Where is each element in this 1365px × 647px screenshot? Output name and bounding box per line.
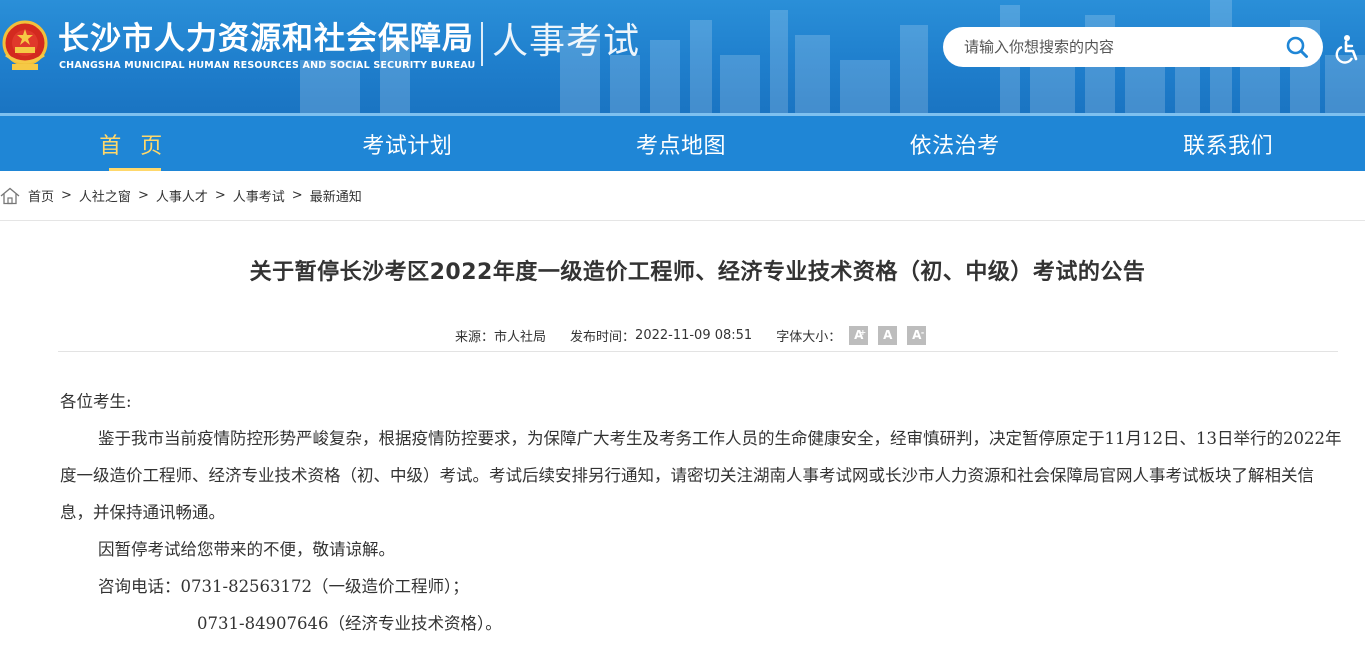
font-decrease-button[interactable]: A- bbox=[907, 325, 927, 345]
breadcrumb-separator: > bbox=[214, 188, 226, 203]
search-box bbox=[943, 27, 1323, 67]
font-increase-button[interactable]: A + bbox=[849, 325, 869, 345]
nav-item-law[interactable]: 依法治考 bbox=[818, 116, 1092, 171]
search-icon[interactable] bbox=[1285, 35, 1309, 59]
title-divider bbox=[481, 22, 483, 66]
publish-date: 2022-11-09 08:51 bbox=[635, 327, 753, 343]
consult-phone: 咨询电话：0731-82563172（一级造价工程师）； bbox=[98, 577, 469, 596]
breadcrumb-separator: > bbox=[137, 188, 149, 203]
article-title: 关于暂停长沙考区2022年度一级造价工程师、经济专业技术资格（初、中级）考试的公… bbox=[249, 260, 1146, 285]
font-size-label: 字体大小： bbox=[776, 329, 842, 345]
search-input[interactable] bbox=[964, 27, 1264, 67]
section-name: 人事考试 bbox=[492, 21, 641, 62]
accessibility-icon[interactable] bbox=[1333, 34, 1359, 64]
date-label: 发布时间： bbox=[570, 329, 636, 345]
consult-phone-2: 0731-84907646（经济专业技术资格）。 bbox=[197, 614, 502, 633]
nav-item-home[interactable]: 首 页 bbox=[0, 116, 271, 171]
breadcrumb-home[interactable]: 首页 bbox=[28, 186, 54, 205]
font-reset-button[interactable]: A bbox=[878, 325, 898, 345]
nav-item-contact[interactable]: 联系我们 bbox=[1091, 116, 1365, 171]
paragraph: 鉴于我市当前疫情防控形势严峻复杂，根据疫情防控要求，为保障广大考生及考务工作人员… bbox=[60, 429, 1342, 522]
article-meta: 来源： 市人社局 发布时间： 2022-11-09 08:51 字体大小： A +… bbox=[455, 324, 936, 346]
nav-item-exam-map[interactable]: 考点地图 bbox=[544, 116, 818, 171]
breadcrumb-personnel[interactable]: 人事人才 bbox=[156, 186, 208, 205]
greeting: 各位考生: bbox=[60, 392, 132, 411]
breadcrumb-hr-window[interactable]: 人社之窗 bbox=[79, 186, 131, 205]
main-nav: 首 页 考试计划 考点地图 依法治考 联系我们 bbox=[0, 113, 1365, 171]
breadcrumb-personnel-exam[interactable]: 人事考试 bbox=[233, 186, 285, 205]
source-label: 来源： bbox=[455, 329, 495, 345]
source-value: 市人社局 bbox=[494, 329, 547, 345]
site-header: 长沙市人力资源和社会保障局 CHANGSHA MUNICIPAL HUMAN R… bbox=[0, 0, 1365, 113]
national-emblem-logo bbox=[2, 20, 48, 70]
article-content: 各位考生: 鉴于我市当前疫情防控形势严峻复杂，根据疫情防控要求，为保障广大考生及… bbox=[60, 383, 1345, 642]
meta-divider bbox=[58, 351, 1338, 352]
site-subtitle: CHANGSHA MUNICIPAL HUMAN RESOURCES AND S… bbox=[59, 60, 476, 71]
breadcrumb-latest-notice[interactable]: 最新通知 bbox=[310, 186, 362, 205]
breadcrumb-separator: > bbox=[61, 188, 72, 203]
breadcrumb: 首页 > 人社之窗 > 人事人才 > 人事考试 > 最新通知 bbox=[0, 171, 1365, 221]
site-title: 长沙市人力资源和社会保障局 bbox=[58, 21, 474, 57]
paragraph: 因暂停考试给您带来的不便，敬请谅解。 bbox=[98, 540, 395, 559]
home-icon bbox=[0, 187, 20, 204]
breadcrumb-separator: > bbox=[291, 188, 303, 203]
nav-item-exam-plan[interactable]: 考试计划 bbox=[271, 116, 545, 171]
